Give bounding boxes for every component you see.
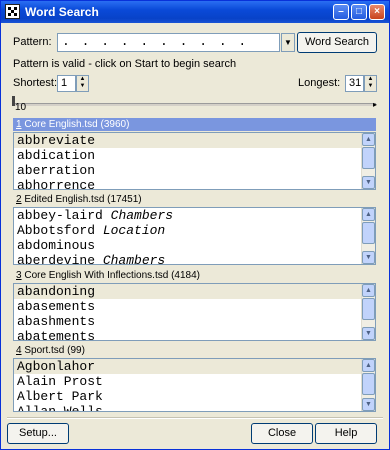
shortest-input[interactable]: 1 (57, 75, 76, 92)
chevron-down-icon: ▼ (284, 38, 292, 47)
list-scrollbar[interactable]: ▲ ▼ (361, 133, 375, 189)
slider-end-tick: ▸ (373, 100, 378, 109)
shortest-label: Shortest: (13, 77, 58, 89)
close-icon: × (374, 6, 380, 17)
minimize-button[interactable]: – (333, 4, 349, 20)
list-item[interactable]: abandoning (14, 284, 375, 299)
dictionary-header-4[interactable]: 4 Sport.tsd (99) (13, 344, 376, 357)
list-item[interactable]: Allan Wells (14, 404, 375, 411)
minimize-icon: – (338, 6, 344, 17)
list-item[interactable]: abdominous (14, 238, 375, 253)
scroll-thumb[interactable] (362, 373, 375, 395)
dictionary-list-2[interactable]: abbey-laird Chambers Abbotsford Location… (13, 207, 376, 265)
list-item[interactable]: Alain Prost (14, 374, 375, 389)
list-item[interactable]: aberration (14, 163, 375, 178)
list-scrollbar[interactable]: ▲ ▼ (361, 284, 375, 340)
scroll-down-icon[interactable]: ▼ (362, 327, 375, 340)
dictionary-header-2[interactable]: 2 Edited English.tsd (17451) (13, 193, 376, 206)
list-item[interactable]: abasements (14, 299, 375, 314)
longest-label: Longest: (298, 77, 341, 89)
help-button[interactable]: Help (315, 423, 377, 444)
longest-spinner[interactable]: ▲ ▼ (364, 75, 377, 92)
scroll-down-icon[interactable]: ▼ (362, 176, 375, 189)
scroll-down-icon[interactable]: ▼ (362, 251, 375, 264)
setup-button[interactable]: Setup... (7, 423, 69, 444)
scroll-thumb[interactable] (362, 222, 375, 244)
close-button[interactable]: Close (251, 423, 313, 444)
list-item[interactable]: abhorrence (14, 178, 375, 189)
spin-up-icon: ▲ (367, 76, 374, 82)
spin-down-icon: ▼ (367, 83, 374, 89)
word-search-button[interactable]: Word Search (297, 32, 377, 53)
list-item[interactable]: abbey-laird Chambers (14, 208, 375, 223)
dictionary-header-1[interactable]: 1 Core English.tsd (3960) (13, 118, 376, 131)
pattern-input[interactable]: . . . . . . . . . . (57, 33, 280, 52)
title-bar[interactable]: Word Search – □ × (1, 1, 389, 23)
list-item[interactable]: aberdevine Chambers (14, 253, 375, 264)
footer-divider (7, 417, 383, 419)
word-search-window: Word Search – □ × Pattern: . . . . . . .… (0, 0, 390, 450)
shortest-spinner[interactable]: ▲ ▼ (76, 75, 89, 92)
list-item[interactable]: Abbotsford Location (14, 223, 375, 238)
dictionary-list-3[interactable]: abandoning abasements abashments abateme… (13, 283, 376, 341)
window-title: Word Search (25, 5, 99, 19)
maximize-button[interactable]: □ (351, 4, 367, 20)
list-scrollbar[interactable]: ▲ ▼ (361, 208, 375, 264)
close-window-button[interactable]: × (369, 4, 385, 20)
scroll-up-icon[interactable]: ▲ (362, 359, 375, 372)
list-item[interactable]: abatements (14, 329, 375, 340)
list-item[interactable]: abashments (14, 314, 375, 329)
slider-value: 10 (15, 102, 27, 113)
maximize-icon: □ (355, 6, 363, 17)
longest-input[interactable]: 31 (345, 75, 364, 92)
dictionary-header-3[interactable]: 3 Core English With Inflections.tsd (418… (13, 269, 376, 282)
status-text: Pattern is valid - click on Start to beg… (13, 58, 237, 70)
list-item[interactable]: Agbonlahor (14, 359, 375, 374)
scroll-down-icon[interactable]: ▼ (362, 398, 375, 411)
pattern-label: Pattern: (13, 36, 52, 48)
scroll-up-icon[interactable]: ▲ (362, 284, 375, 297)
list-item[interactable]: abbreviate (14, 133, 375, 148)
app-grid-icon (5, 4, 20, 19)
dictionary-list-1[interactable]: abbreviate abdication aberration abhorre… (13, 132, 376, 190)
scroll-up-icon[interactable]: ▲ (362, 133, 375, 146)
list-scrollbar[interactable]: ▲ ▼ (361, 359, 375, 411)
list-item[interactable]: Albert Park (14, 389, 375, 404)
dictionary-list-4[interactable]: Agbonlahor Alain Prost Albert Park Allan… (13, 358, 376, 412)
scroll-thumb[interactable] (362, 147, 375, 169)
list-item[interactable]: abdication (14, 148, 375, 163)
spin-up-icon: ▲ (79, 76, 86, 82)
length-slider[interactable] (12, 103, 376, 106)
pattern-dropdown-button[interactable]: ▼ (281, 33, 295, 52)
spin-down-icon: ▼ (79, 83, 86, 89)
scroll-thumb[interactable] (362, 298, 375, 320)
scroll-up-icon[interactable]: ▲ (362, 208, 375, 221)
